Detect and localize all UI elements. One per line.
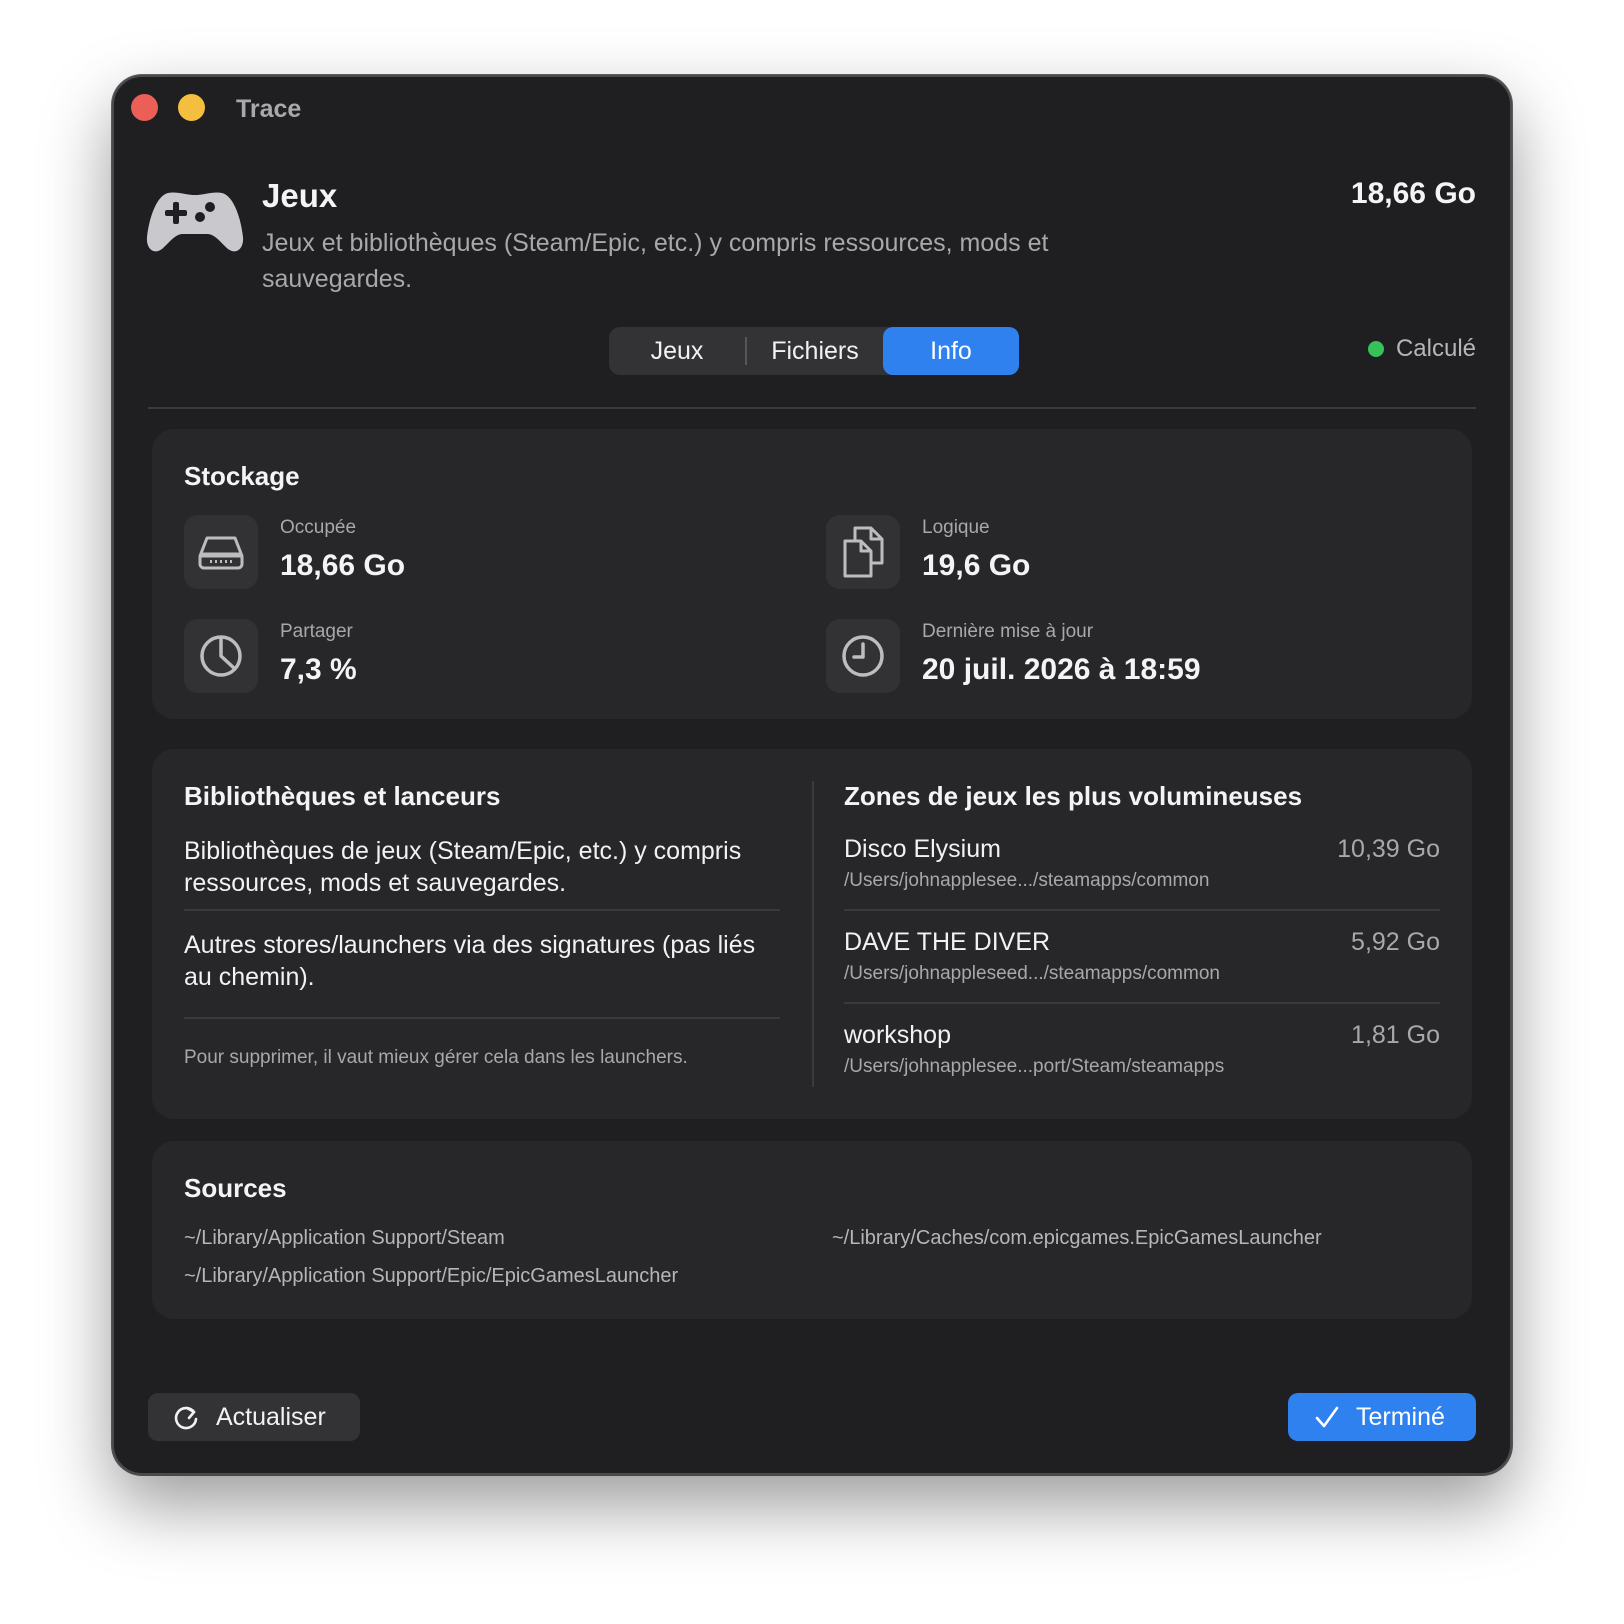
- category-description: Jeux et bibliothèques (Steam/Epic, etc.)…: [262, 229, 1049, 293]
- header-separator: [148, 407, 1476, 409]
- tab-jeux[interactable]: Jeux: [609, 327, 745, 375]
- libraries-divider: [184, 1017, 780, 1019]
- minimize-window-button[interactable]: [178, 94, 205, 121]
- zone-divider: [844, 909, 1440, 911]
- zone-divider: [844, 1002, 1440, 1004]
- done-button[interactable]: Terminé: [1288, 1393, 1476, 1441]
- libraries-divider: [184, 909, 780, 911]
- source-path: ~/Library/Application Support/Epic/EpicG…: [184, 1265, 679, 1287]
- category-size: 18,66 Go: [1350, 177, 1476, 210]
- title-bar: Trace: [114, 77, 1510, 141]
- source-path: ~/Library/Application Support/Steam: [184, 1227, 505, 1249]
- refresh-icon: [172, 1403, 200, 1431]
- clock-icon: [826, 619, 900, 693]
- zone-size: 10,39 Go: [1337, 835, 1440, 863]
- libraries-zones-card: Bibliothèques et lanceurs Bibliothèques …: [152, 749, 1472, 1119]
- source-path: ~/Library/Caches/com.epicgames.EpicGames…: [832, 1227, 1322, 1249]
- window-title: Trace: [236, 95, 302, 123]
- stat-value-share: 7,3 %: [280, 653, 357, 686]
- stat-value-used: 18,66 Go: [280, 549, 406, 582]
- checkmark-icon: [1314, 1405, 1340, 1429]
- libraries-paragraph: Autres stores/launchers via des signatur…: [184, 931, 756, 991]
- stat-value-logical: 19,6 Go: [922, 549, 1031, 582]
- refresh-label: Actualiser: [216, 1402, 326, 1431]
- zone-path: /Users/johnapplesee...port/Steam/steamap…: [844, 1056, 1225, 1077]
- zone-size: 1,81 Go: [1351, 1021, 1440, 1049]
- zone-name: DAVE THE DIVER: [844, 928, 1051, 956]
- stat-value-updated: 20 juil. 2026 à 18:59: [922, 653, 1201, 686]
- status-label: Calculé: [1395, 335, 1476, 362]
- libraries-paragraph: Bibliothèques de jeux (Steam/Epic, etc.)…: [184, 837, 742, 897]
- refresh-button[interactable]: Actualiser: [148, 1393, 360, 1441]
- zone-name: workshop: [844, 1021, 951, 1049]
- status-dot-icon: [1367, 341, 1384, 357]
- pie-chart-icon: [184, 619, 258, 693]
- storage-card: Stockage Occupée 18,66 Go Logique 19,6 G…: [152, 429, 1472, 719]
- column-divider: [812, 781, 814, 1087]
- gamecontroller-icon: [146, 189, 244, 255]
- zone-path: /Users/johnapplesee.../steamapps/common: [844, 870, 1210, 891]
- documents-icon: [826, 515, 900, 589]
- storage-title: Stockage: [184, 461, 300, 491]
- close-window-button[interactable]: [131, 94, 158, 121]
- view-segmented-control: Jeux Fichiers Info: [609, 327, 1019, 375]
- stat-label-share: Partager: [280, 621, 353, 642]
- zone-path: /Users/johnappleseed.../steamapps/common: [844, 963, 1220, 984]
- sources-title: Sources: [184, 1173, 287, 1203]
- sources-card: Sources ~/Library/Application Support/St…: [152, 1141, 1472, 1319]
- status-indicator: Calculé: [1367, 335, 1476, 363]
- app-window: Trace Jeux Jeux et bibliothèques (Steam/…: [112, 75, 1512, 1475]
- stat-label-logical: Logique: [922, 517, 990, 538]
- libraries-note: Pour supprimer, il vaut mieux gérer cela…: [184, 1047, 688, 1068]
- done-label: Terminé: [1356, 1402, 1445, 1431]
- zones-title: Zones de jeux les plus volumineuses: [844, 781, 1303, 811]
- category-title: Jeux: [262, 177, 338, 214]
- zone-size: 5,92 Go: [1351, 928, 1440, 956]
- tab-info[interactable]: Info: [883, 327, 1019, 375]
- libraries-title: Bibliothèques et lanceurs: [184, 781, 501, 811]
- tab-fichiers[interactable]: Fichiers: [747, 327, 883, 375]
- zone-name: Disco Elysium: [844, 835, 1001, 863]
- stat-label-updated: Dernière mise à jour: [922, 621, 1094, 642]
- stat-label-used: Occupée: [280, 517, 357, 538]
- internal-drive-icon: [184, 515, 258, 589]
